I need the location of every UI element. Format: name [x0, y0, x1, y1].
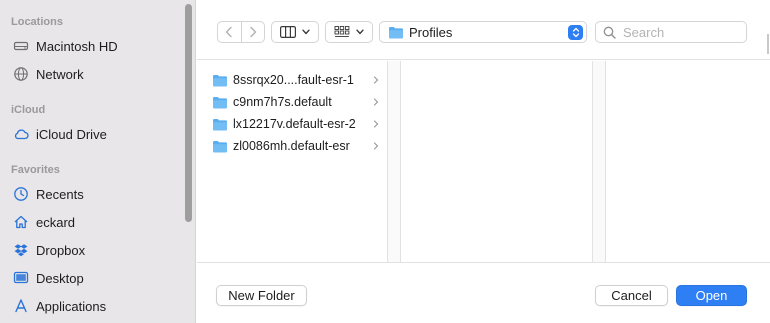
browser-column-1: 8ssrqx20....fault-esr-1 c9nm7h7s.default… [197, 61, 387, 262]
sidebar-item-label: Applications [36, 298, 107, 314]
dialog-footer: New Folder Cancel Open [197, 262, 770, 323]
list-item[interactable]: 8ssrqx20....fault-esr-1 [212, 69, 384, 91]
dropbox-icon [12, 241, 30, 259]
navigation-buttons [217, 21, 265, 43]
desktop-icon [12, 269, 30, 287]
folder-icon [389, 26, 403, 38]
folder-icon [213, 118, 227, 130]
chevron-right-icon [373, 120, 379, 128]
sidebar-item-icloud-drive[interactable]: iCloud Drive [8, 122, 184, 146]
sidebar-item-dropbox[interactable]: Dropbox [8, 238, 184, 262]
chevron-left-icon [226, 26, 232, 38]
grid-group-icon [334, 26, 350, 37]
sidebar-item-network[interactable]: Network [8, 62, 184, 86]
chevron-right-icon [373, 76, 379, 84]
house-icon [12, 213, 30, 231]
sidebar-section-icloud: iCloud [11, 104, 46, 116]
applications-icon [12, 297, 30, 315]
new-folder-button[interactable]: New Folder [216, 285, 307, 306]
chevron-down-icon [302, 29, 310, 35]
location-popup[interactable]: Profiles [379, 21, 587, 43]
list-item[interactable]: c9nm7h7s.default [212, 91, 384, 113]
sidebar-item-macintosh-hd[interactable]: Macintosh HD [8, 34, 184, 58]
clock-icon [12, 185, 30, 203]
sidebar-item-label: Recents [36, 186, 84, 202]
sidebar-item-desktop[interactable]: Desktop [8, 266, 184, 290]
folder-icon [213, 140, 227, 152]
cancel-button[interactable]: Cancel [595, 285, 668, 306]
sidebar-item-label: iCloud Drive [36, 126, 107, 142]
folder-icon [213, 74, 227, 86]
cloud-icon [12, 125, 30, 143]
sidebar-item-eckard[interactable]: eckard [8, 210, 184, 234]
sidebar-item-applications[interactable]: Applications [8, 294, 184, 318]
sidebar: Locations Macintosh HD Network iCloud iC… [0, 0, 196, 323]
search-field[interactable] [595, 21, 747, 43]
file-name: c9nm7h7s.default [233, 95, 332, 109]
forward-button[interactable] [240, 22, 265, 42]
sidebar-item-label: Dropbox [36, 242, 86, 258]
list-item[interactable]: lx12217v.default-esr-2 [212, 113, 384, 135]
column-resize-divider[interactable] [592, 61, 606, 262]
network-globe-icon [12, 65, 30, 83]
list-item[interactable]: zl0086mh.default-esr [212, 135, 384, 157]
internal-drive-icon [12, 37, 30, 55]
sidebar-item-label: Macintosh HD [36, 38, 118, 54]
open-button[interactable]: Open [676, 285, 747, 306]
view-mode-button[interactable] [271, 21, 319, 43]
sidebar-item-label: Network [36, 66, 84, 82]
search-icon [603, 26, 616, 39]
search-input[interactable] [623, 24, 733, 40]
sidebar-item-label: eckard [36, 214, 76, 230]
sidebar-section-locations: Locations [11, 16, 63, 28]
columns-view-icon [280, 26, 296, 38]
file-name: lx12217v.default-esr-2 [233, 117, 356, 131]
sidebar-section-favorites: Favorites [11, 164, 60, 176]
group-by-button[interactable] [325, 21, 373, 43]
toolbar: Profiles [197, 0, 770, 60]
file-name: zl0086mh.default-esr [233, 139, 350, 153]
back-button[interactable] [218, 22, 241, 42]
chevron-right-icon [250, 26, 256, 38]
folder-icon [213, 96, 227, 108]
sidebar-item-recents[interactable]: Recents [8, 182, 184, 206]
chevron-right-icon [373, 98, 379, 106]
chevron-down-icon [356, 29, 364, 35]
file-name: 8ssrqx20....fault-esr-1 [233, 73, 354, 87]
sidebar-scrollbar[interactable] [185, 4, 192, 222]
window-edge-scrollbar [767, 34, 769, 54]
sidebar-item-label: Desktop [36, 270, 84, 286]
chevron-right-icon [373, 142, 379, 150]
current-folder-label: Profiles [409, 24, 453, 40]
up-down-stepper-icon [568, 25, 583, 40]
column-resize-divider[interactable] [387, 61, 401, 262]
